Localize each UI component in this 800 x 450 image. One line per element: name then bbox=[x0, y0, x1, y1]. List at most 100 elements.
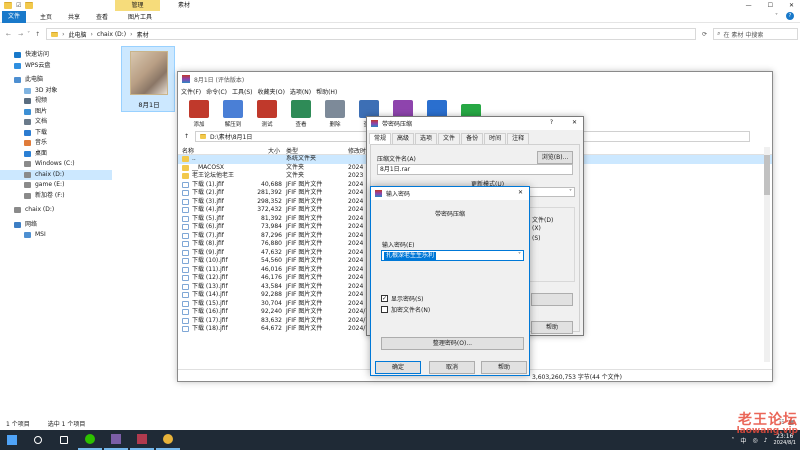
breadcrumb-drive[interactable]: chaix (D:) bbox=[97, 31, 126, 38]
sidebar-item[interactable]: 快速访问 bbox=[0, 50, 112, 61]
up-arrow-icon[interactable]: ↑ bbox=[35, 31, 40, 38]
maximize-button[interactable]: ☐ bbox=[768, 2, 773, 9]
menu-item[interactable]: 工具(S) bbox=[232, 87, 253, 96]
sidebar-item[interactable]: 音乐 bbox=[0, 138, 112, 149]
refresh-icon[interactable]: ⟳ bbox=[702, 31, 707, 38]
sidebar-item[interactable]: 文档 bbox=[0, 117, 112, 128]
minimize-button[interactable]: — bbox=[746, 2, 752, 9]
forward-arrow-icon[interactable]: → bbox=[18, 31, 23, 38]
toolbar-button-label: 测试 bbox=[261, 121, 273, 128]
close-icon[interactable]: ✕ bbox=[518, 189, 523, 196]
column-type[interactable]: 类型 bbox=[286, 146, 298, 155]
sidebar-item[interactable]: chaix (D:) bbox=[0, 205, 112, 216]
sidebar-item-label: WPS云盘 bbox=[25, 61, 51, 69]
sidebar-item[interactable]: 网络 bbox=[0, 220, 112, 231]
ok-button[interactable]: 确定 bbox=[375, 361, 421, 374]
sidebar-item[interactable]: 图片 bbox=[0, 107, 112, 118]
help-question-button[interactable]: ? bbox=[550, 119, 553, 126]
toolbar-button[interactable]: 测试 bbox=[250, 99, 284, 128]
archive-tab[interactable]: 高级 bbox=[392, 133, 415, 144]
toolbar-button[interactable]: 添加 bbox=[182, 99, 216, 128]
sidebar-item[interactable]: chaix (D:) bbox=[0, 169, 112, 180]
windows-icon[interactable] bbox=[0, 430, 24, 450]
archive-tab[interactable]: 选项 bbox=[415, 133, 438, 144]
search-icon[interactable] bbox=[26, 430, 50, 450]
show-password-checkbox[interactable]: ✓ 显示密码(S) bbox=[381, 294, 424, 303]
archive-tab[interactable]: 时间 bbox=[484, 133, 507, 144]
app-icon[interactable] bbox=[104, 430, 128, 450]
volume-icon[interactable]: ♪ bbox=[764, 437, 768, 444]
sidebar-item[interactable]: 桌面 bbox=[0, 149, 112, 160]
archive-name-input[interactable]: 8月1日.rar bbox=[377, 164, 573, 175]
sidebar-item[interactable]: game (E:) bbox=[0, 180, 112, 191]
network-icon[interactable]: ◎ bbox=[752, 437, 757, 444]
set-password-button-area[interactable] bbox=[531, 293, 573, 306]
close-button[interactable]: ✕ bbox=[789, 2, 794, 9]
column-size[interactable]: 大小 bbox=[268, 146, 280, 155]
chrome-icon[interactable] bbox=[156, 430, 180, 450]
chevron-down-icon[interactable]: ˅ bbox=[518, 252, 521, 259]
search-input[interactable]: ⌕ 在 素材 中搜索 bbox=[713, 28, 799, 40]
address-bar[interactable]: › 此电脑 › chaix (D:) › 素材 bbox=[46, 28, 697, 40]
recent-chevron-icon[interactable]: ˅ bbox=[27, 31, 30, 38]
tab-picture-tools[interactable]: 图片工具 bbox=[120, 12, 160, 21]
organize-passwords-button[interactable]: 整理密码(O)... bbox=[381, 337, 524, 350]
option-files[interactable]: 文件(D) bbox=[532, 215, 553, 224]
toolbar-button[interactable]: 删除 bbox=[318, 99, 352, 128]
chevron-down-icon[interactable]: ˅ bbox=[775, 13, 778, 20]
option-x[interactable]: (X) bbox=[532, 225, 541, 232]
file-name: 下载 (10).jfif bbox=[192, 257, 228, 264]
file-type: JFIF 图片文件 bbox=[286, 316, 323, 324]
ribbon-context-group[interactable]: 管理 bbox=[115, 0, 160, 11]
toolbar-button[interactable]: 解压到 bbox=[216, 99, 250, 128]
checkbox-icon[interactable]: ☑ bbox=[16, 2, 21, 9]
sidebar-item[interactable]: 新加卷 (F:) bbox=[0, 191, 112, 202]
tab-share[interactable]: 共享 bbox=[60, 12, 88, 21]
archive-tab[interactable]: 注释 bbox=[507, 133, 530, 144]
encrypt-filenames-checkbox[interactable]: 加密文件名(N) bbox=[381, 305, 430, 314]
archive-tab[interactable]: 常规 bbox=[369, 133, 392, 144]
chevron-up-icon[interactable]: ˄ bbox=[731, 437, 734, 444]
tab-view[interactable]: 查看 bbox=[88, 12, 116, 21]
archive-help-button[interactable]: 帮助 bbox=[531, 321, 573, 334]
archive-tab[interactable]: 备份 bbox=[461, 133, 484, 144]
sidebar-item[interactable]: 3D 对象 bbox=[0, 86, 112, 97]
password-input[interactable]: 扎根深老生生乐利 ˅ bbox=[381, 250, 524, 261]
option-s[interactable]: (S) bbox=[532, 235, 541, 242]
tab-file[interactable]: 文件 bbox=[2, 10, 26, 23]
wechat-icon[interactable] bbox=[78, 430, 102, 450]
column-modified[interactable]: 修改时 bbox=[348, 146, 366, 155]
menu-item[interactable]: 收藏夹(O) bbox=[258, 87, 285, 96]
file-name: 下载 (14).jfif bbox=[192, 291, 228, 298]
help-icon[interactable]: ? bbox=[786, 12, 794, 20]
sidebar-item[interactable]: MSI bbox=[0, 230, 112, 241]
scrollbar-thumb[interactable] bbox=[764, 155, 770, 195]
breadcrumb-this-pc[interactable]: 此电脑 bbox=[69, 30, 87, 39]
toolbar-button[interactable]: 查看 bbox=[284, 99, 318, 128]
help-button[interactable]: 帮助 bbox=[481, 361, 527, 374]
winrar-icon[interactable] bbox=[130, 430, 154, 450]
back-arrow-icon[interactable]: ← bbox=[6, 31, 11, 38]
up-arrow-icon[interactable]: ↑ bbox=[184, 133, 189, 140]
menu-item[interactable]: 选项(N) bbox=[290, 87, 311, 96]
sidebar-item[interactable]: 视频 bbox=[0, 96, 112, 107]
cancel-button[interactable]: 取消 bbox=[429, 361, 475, 374]
folder-item-tile[interactable]: 8月1日 bbox=[121, 46, 175, 112]
scrollbar[interactable] bbox=[764, 147, 770, 362]
browse-button[interactable]: 浏览(B)... bbox=[537, 151, 573, 164]
menu-item[interactable]: 文件(F) bbox=[181, 87, 201, 96]
task-view-icon[interactable] bbox=[52, 430, 76, 450]
breadcrumb-folder[interactable]: 素材 bbox=[137, 30, 149, 39]
sidebar-item[interactable]: WPS云盘 bbox=[0, 61, 112, 72]
input-method[interactable]: 中 bbox=[740, 436, 746, 445]
column-name[interactable]: 名称 bbox=[182, 146, 194, 155]
sidebar-item[interactable]: Windows (C:) bbox=[0, 159, 112, 170]
sidebar-item[interactable]: 下载 bbox=[0, 128, 112, 139]
tab-home[interactable]: 主页 bbox=[32, 12, 60, 21]
new-folder-icon[interactable] bbox=[25, 2, 34, 9]
archive-tab[interactable]: 文件 bbox=[438, 133, 461, 144]
close-icon[interactable]: ✕ bbox=[572, 119, 577, 126]
menu-item[interactable]: 帮助(H) bbox=[316, 87, 337, 96]
menu-item[interactable]: 命令(C) bbox=[206, 87, 227, 96]
sidebar-item[interactable]: 此电脑 bbox=[0, 75, 112, 86]
